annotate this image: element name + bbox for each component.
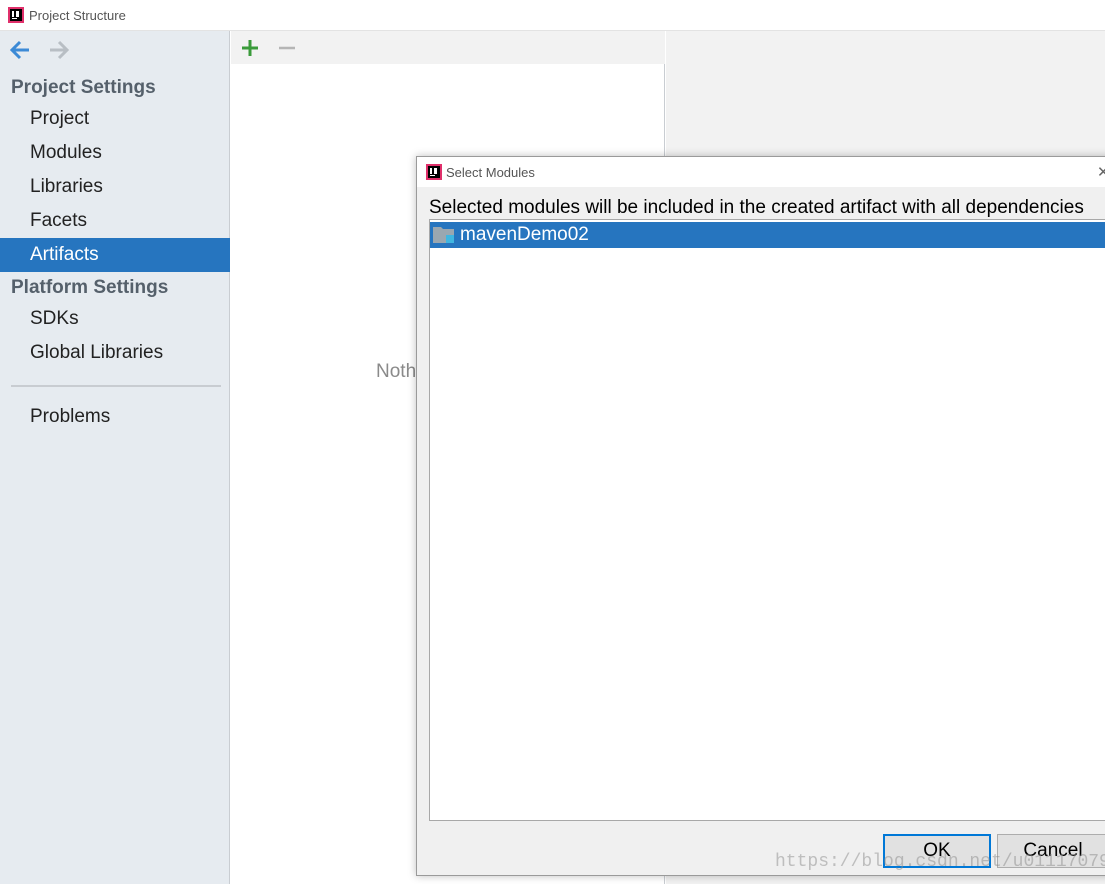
sidebar-item-project[interactable]: Project [0,102,230,136]
plus-icon[interactable] [239,37,261,59]
sidebar-item-artifacts[interactable]: Artifacts [0,238,230,272]
list-item[interactable]: mavenDemo02 [430,222,1105,248]
window-title: Project Structure [29,8,126,23]
sidebar: Project Settings Project Modules Librari… [0,31,230,884]
arrow-left-icon[interactable] [9,40,31,60]
watermark: https://blog.csdn.net/u011170794 [775,852,1105,872]
arrow-right-icon[interactable] [48,40,70,60]
module-folder-icon [433,227,454,243]
intellij-app-icon [426,164,442,180]
intellij-app-icon [8,7,24,23]
window-titlebar: Project Structure [0,0,1105,31]
project-settings-header: Project Settings [11,77,156,98]
minus-icon[interactable] [276,37,298,59]
sidebar-item-modules[interactable]: Modules [0,136,230,170]
dialog-message: Selected modules will be included in the… [429,197,1084,218]
sidebar-item-problems[interactable]: Problems [0,400,230,434]
platform-settings-header: Platform Settings [11,277,169,298]
sidebar-item-global-libraries[interactable]: Global Libraries [0,336,230,370]
artifacts-toolbar [231,31,665,64]
dialog-titlebar: Select Modules ✕ [417,157,1105,187]
sidebar-divider [11,385,221,387]
empty-state-text: Noth [376,361,417,382]
sidebar-item-facets[interactable]: Facets [0,204,230,238]
select-modules-dialog: Select Modules ✕ Selected modules will b… [416,156,1105,876]
sidebar-item-libraries[interactable]: Libraries [0,170,230,204]
close-icon[interactable]: ✕ [1097,163,1105,181]
module-label: mavenDemo02 [460,224,589,245]
sidebar-item-sdks[interactable]: SDKs [0,302,230,336]
module-list[interactable]: mavenDemo02 [429,219,1105,821]
dialog-title: Select Modules [446,165,535,180]
